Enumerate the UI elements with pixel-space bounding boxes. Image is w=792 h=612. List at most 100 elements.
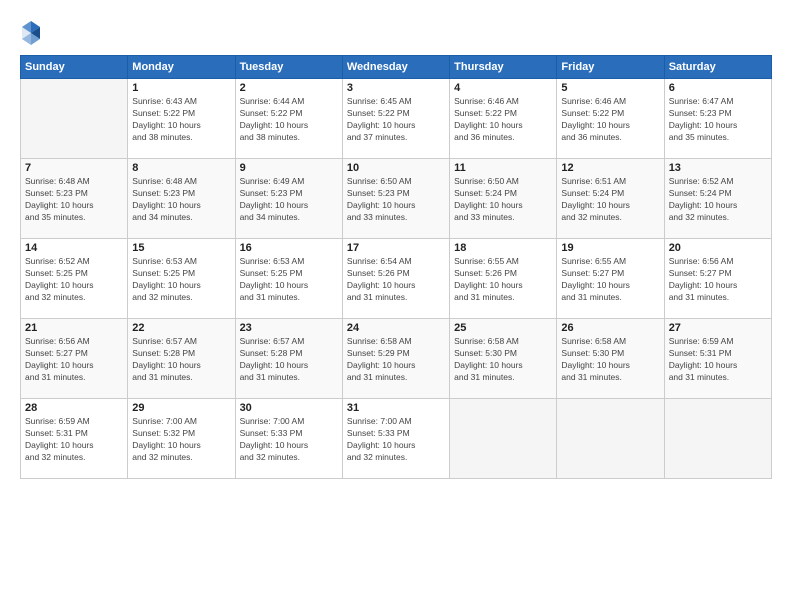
calendar-cell: 20 Sunrise: 6:56 AM Sunset: 5:27 PM Dayli…	[664, 239, 771, 319]
day-info: Sunrise: 6:44 AM Sunset: 5:22 PM Dayligh…	[240, 96, 338, 144]
calendar-cell: 12Sunrise: 6:51 AM Sunset: 5:24 PM Dayli…	[557, 159, 664, 239]
calendar-cell: 25 Sunrise: 6:58 AM Sunset: 5:30 PM Dayli…	[450, 319, 557, 399]
day-info: Sunrise: 6:54 AM Sunset: 5:26 PM Dayligh…	[347, 256, 445, 304]
calendar-cell: 14 Sunrise: 6:52 AM Sunset: 5:25 PM Dayli…	[21, 239, 128, 319]
weekday-header-monday: Monday	[128, 56, 235, 79]
day-number: 26	[561, 322, 659, 334]
weekday-header-saturday: Saturday	[664, 56, 771, 79]
weekday-header-thursday: Thursday	[450, 56, 557, 79]
week-row-5: 28Sunrise: 6:59 AM Sunset: 5:31 PM Dayli…	[21, 399, 772, 479]
day-number: 25	[454, 322, 552, 334]
day-info: Sunrise: 6:59 AM Sunset: 5:31 PM Dayligh…	[25, 416, 123, 464]
calendar-cell: 11 Sunrise: 6:50 AM Sunset: 5:24 PM Dayli…	[450, 159, 557, 239]
day-number: 31	[347, 402, 445, 414]
day-number: 20	[669, 242, 767, 254]
calendar-cell: 4 Sunrise: 6:46 AM Sunset: 5:22 PM Daylig…	[450, 79, 557, 159]
day-info: Sunrise: 7:00 AM Sunset: 5:33 PM Dayligh…	[240, 416, 338, 464]
calendar-cell: 2 Sunrise: 6:44 AM Sunset: 5:22 PM Daylig…	[235, 79, 342, 159]
weekday-header-sunday: Sunday	[21, 56, 128, 79]
day-info: Sunrise: 6:51 AM Sunset: 5:24 PM Dayligh…	[561, 176, 659, 224]
page: SundayMondayTuesdayWednesdayThursdayFrid…	[0, 0, 792, 612]
day-number: 3	[347, 82, 445, 94]
day-number: 30	[240, 402, 338, 414]
day-number: 9	[240, 162, 338, 174]
day-number: 29	[132, 402, 230, 414]
day-info: Sunrise: 7:00 AM Sunset: 5:32 PM Dayligh…	[132, 416, 230, 464]
weekday-header-row: SundayMondayTuesdayWednesdayThursdayFrid…	[21, 56, 772, 79]
calendar-cell: 23 Sunrise: 6:57 AM Sunset: 5:28 PM Dayli…	[235, 319, 342, 399]
calendar-cell: 18 Sunrise: 6:55 AM Sunset: 5:26 PM Dayli…	[450, 239, 557, 319]
day-info: Sunrise: 6:50 AM Sunset: 5:24 PM Dayligh…	[454, 176, 552, 224]
day-number: 22	[132, 322, 230, 334]
day-number: 10	[347, 162, 445, 174]
weekday-header-tuesday: Tuesday	[235, 56, 342, 79]
day-info: Sunrise: 6:48 AM Sunset: 5:23 PM Dayligh…	[25, 176, 123, 224]
calendar-cell: 5Sunrise: 6:46 AM Sunset: 5:22 PM Daylig…	[557, 79, 664, 159]
day-number: 11	[454, 162, 552, 174]
week-row-2: 7 Sunrise: 6:48 AM Sunset: 5:23 PM Daylig…	[21, 159, 772, 239]
day-number: 1	[132, 82, 230, 94]
calendar-cell: 15Sunrise: 6:53 AM Sunset: 5:25 PM Dayli…	[128, 239, 235, 319]
calendar-cell: 16 Sunrise: 6:53 AM Sunset: 5:25 PM Dayli…	[235, 239, 342, 319]
day-number: 17	[347, 242, 445, 254]
day-number: 14	[25, 242, 123, 254]
calendar-cell: 27Sunrise: 6:59 AM Sunset: 5:31 PM Dayli…	[664, 319, 771, 399]
week-row-3: 14 Sunrise: 6:52 AM Sunset: 5:25 PM Dayli…	[21, 239, 772, 319]
calendar-cell: 3 Sunrise: 6:45 AM Sunset: 5:22 PM Daylig…	[342, 79, 449, 159]
calendar-cell: 19 Sunrise: 6:55 AM Sunset: 5:27 PM Dayli…	[557, 239, 664, 319]
logo	[20, 19, 45, 47]
day-info: Sunrise: 6:52 AM Sunset: 5:25 PM Dayligh…	[25, 256, 123, 304]
calendar-cell: 1 Sunrise: 6:43 AM Sunset: 5:22 PM Daylig…	[128, 79, 235, 159]
calendar-table: SundayMondayTuesdayWednesdayThursdayFrid…	[20, 55, 772, 479]
calendar-cell: 7 Sunrise: 6:48 AM Sunset: 5:23 PM Daylig…	[21, 159, 128, 239]
calendar-cell: 30 Sunrise: 7:00 AM Sunset: 5:33 PM Dayli…	[235, 399, 342, 479]
day-number: 8	[132, 162, 230, 174]
day-info: Sunrise: 6:47 AM Sunset: 5:23 PM Dayligh…	[669, 96, 767, 144]
calendar-cell: 26 Sunrise: 6:58 AM Sunset: 5:30 PM Dayli…	[557, 319, 664, 399]
day-number: 4	[454, 82, 552, 94]
day-info: Sunrise: 6:58 AM Sunset: 5:29 PM Dayligh…	[347, 336, 445, 384]
day-number: 23	[240, 322, 338, 334]
day-number: 16	[240, 242, 338, 254]
day-number: 24	[347, 322, 445, 334]
day-number: 2	[240, 82, 338, 94]
weekday-header-friday: Friday	[557, 56, 664, 79]
day-number: 18	[454, 242, 552, 254]
day-info: Sunrise: 6:53 AM Sunset: 5:25 PM Dayligh…	[240, 256, 338, 304]
calendar-cell	[21, 79, 128, 159]
day-info: Sunrise: 6:46 AM Sunset: 5:22 PM Dayligh…	[454, 96, 552, 144]
day-info: Sunrise: 6:49 AM Sunset: 5:23 PM Dayligh…	[240, 176, 338, 224]
day-info: Sunrise: 6:43 AM Sunset: 5:22 PM Dayligh…	[132, 96, 230, 144]
day-info: Sunrise: 6:58 AM Sunset: 5:30 PM Dayligh…	[561, 336, 659, 384]
day-info: Sunrise: 6:56 AM Sunset: 5:27 PM Dayligh…	[669, 256, 767, 304]
calendar-cell: 31Sunrise: 7:00 AM Sunset: 5:33 PM Dayli…	[342, 399, 449, 479]
day-number: 7	[25, 162, 123, 174]
day-info: Sunrise: 6:55 AM Sunset: 5:26 PM Dayligh…	[454, 256, 552, 304]
weekday-header-wednesday: Wednesday	[342, 56, 449, 79]
calendar-cell	[664, 399, 771, 479]
calendar-cell: 21 Sunrise: 6:56 AM Sunset: 5:27 PM Dayli…	[21, 319, 128, 399]
week-row-4: 21 Sunrise: 6:56 AM Sunset: 5:27 PM Dayli…	[21, 319, 772, 399]
calendar-cell	[450, 399, 557, 479]
calendar-cell: 10Sunrise: 6:50 AM Sunset: 5:23 PM Dayli…	[342, 159, 449, 239]
calendar-cell: 17 Sunrise: 6:54 AM Sunset: 5:26 PM Dayli…	[342, 239, 449, 319]
day-info: Sunrise: 6:55 AM Sunset: 5:27 PM Dayligh…	[561, 256, 659, 304]
calendar-cell	[557, 399, 664, 479]
day-number: 13	[669, 162, 767, 174]
calendar-cell: 22Sunrise: 6:57 AM Sunset: 5:28 PM Dayli…	[128, 319, 235, 399]
day-number: 19	[561, 242, 659, 254]
day-number: 5	[561, 82, 659, 94]
day-number: 21	[25, 322, 123, 334]
day-number: 6	[669, 82, 767, 94]
day-number: 15	[132, 242, 230, 254]
calendar-cell: 24 Sunrise: 6:58 AM Sunset: 5:29 PM Dayli…	[342, 319, 449, 399]
week-row-1: 1 Sunrise: 6:43 AM Sunset: 5:22 PM Daylig…	[21, 79, 772, 159]
calendar-cell: 29 Sunrise: 7:00 AM Sunset: 5:32 PM Dayli…	[128, 399, 235, 479]
day-info: Sunrise: 6:58 AM Sunset: 5:30 PM Dayligh…	[454, 336, 552, 384]
day-info: Sunrise: 6:52 AM Sunset: 5:24 PM Dayligh…	[669, 176, 767, 224]
calendar-cell: 28Sunrise: 6:59 AM Sunset: 5:31 PM Dayli…	[21, 399, 128, 479]
calendar-cell: 8Sunrise: 6:48 AM Sunset: 5:23 PM Daylig…	[128, 159, 235, 239]
day-info: Sunrise: 6:56 AM Sunset: 5:27 PM Dayligh…	[25, 336, 123, 384]
day-info: Sunrise: 6:45 AM Sunset: 5:22 PM Dayligh…	[347, 96, 445, 144]
day-info: Sunrise: 6:57 AM Sunset: 5:28 PM Dayligh…	[240, 336, 338, 384]
